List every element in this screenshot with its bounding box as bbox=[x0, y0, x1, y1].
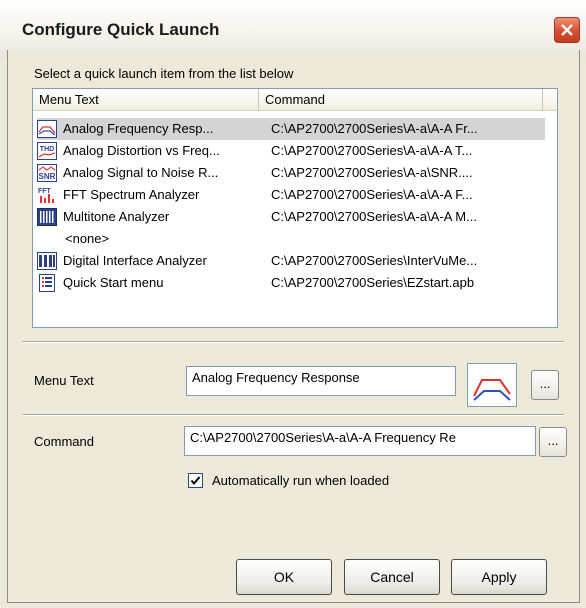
item-command: C:\AP2700\2700Series\InterVuMe... bbox=[271, 253, 478, 268]
icon-picker[interactable] bbox=[467, 363, 517, 407]
item-command: C:\AP2700\2700Series\A-a\SNR.... bbox=[271, 165, 473, 180]
close-button[interactable] bbox=[554, 17, 580, 43]
svg-text:SNR: SNR bbox=[39, 172, 56, 181]
item-command: C:\AP2700\2700Series\A-a\A-A M... bbox=[271, 209, 477, 224]
command-input[interactable]: C:\AP2700\2700Series\A-a\A-A Frequency R… bbox=[184, 426, 536, 456]
fft-icon: FFT bbox=[38, 188, 54, 203]
auto-run-label[interactable]: Automatically run when loaded bbox=[212, 473, 389, 488]
item-menu-text: Analog Frequency Resp... bbox=[63, 121, 214, 136]
menu-text-label: Menu Text bbox=[34, 373, 94, 388]
thd-icon: THD bbox=[37, 142, 57, 160]
svg-text:THD: THD bbox=[40, 146, 54, 153]
item-menu-text: <none> bbox=[65, 231, 110, 246]
list-item[interactable]: <none> bbox=[33, 228, 557, 250]
list-item[interactable]: SNR Analog Signal to Noise R... C:\AP270… bbox=[33, 162, 557, 184]
apply-button[interactable]: Apply bbox=[451, 559, 547, 595]
item-menu-text: Analog Signal to Noise R... bbox=[63, 165, 219, 180]
item-command: C:\AP2700\2700Series\A-a\A-A T... bbox=[271, 143, 473, 158]
list-item[interactable]: Digital Interface Analyzer C:\AP2700\270… bbox=[33, 250, 557, 272]
checkmark-icon bbox=[190, 476, 201, 486]
cancel-button[interactable]: Cancel bbox=[344, 559, 440, 595]
frequency-response-icon bbox=[473, 379, 511, 401]
column-header-menu-text[interactable]: Menu Text bbox=[33, 89, 259, 111]
window-title: Configure Quick Launch bbox=[22, 20, 220, 39]
dialog-window: Configure Quick Launch Select a quick la… bbox=[0, 0, 586, 608]
item-menu-text: Analog Distortion vs Freq... bbox=[63, 143, 220, 158]
icon-browse-button[interactable]: ... bbox=[531, 370, 559, 400]
list-item[interactable]: Multitone Analyzer C:\AP2700\2700Series\… bbox=[33, 206, 557, 228]
item-command: C:\AP2700\2700Series\A-a\A-A F... bbox=[271, 187, 473, 202]
auto-run-checkbox[interactable] bbox=[188, 473, 203, 488]
divider bbox=[22, 341, 564, 343]
frequency-response-icon bbox=[37, 120, 57, 138]
ok-button[interactable]: OK bbox=[236, 559, 332, 595]
item-command: C:\AP2700\2700Series\A-a\A-A Fr... bbox=[271, 121, 478, 136]
quick-start-icon bbox=[39, 274, 55, 292]
divider bbox=[22, 414, 564, 416]
svg-text:FFT: FFT bbox=[38, 188, 52, 195]
column-header-command[interactable]: Command bbox=[259, 89, 543, 111]
item-menu-text: Digital Interface Analyzer bbox=[63, 253, 207, 268]
item-menu-text: Quick Start menu bbox=[63, 275, 164, 290]
command-label: Command bbox=[34, 434, 94, 449]
item-command: C:\AP2700\2700Series\EZstart.apb bbox=[271, 275, 475, 290]
digital-interface-icon bbox=[37, 252, 57, 270]
list-item[interactable]: THD Analog Distortion vs Freq... C:\AP27… bbox=[33, 140, 557, 162]
item-menu-text: Multitone Analyzer bbox=[63, 209, 170, 224]
snr-icon: SNR bbox=[37, 164, 57, 182]
list-item[interactable]: Quick Start menu C:\AP2700\2700Series\EZ… bbox=[33, 272, 557, 294]
list-item[interactable]: Analog Frequency Resp... C:\AP2700\2700S… bbox=[33, 118, 557, 140]
column-header-filler bbox=[543, 89, 557, 111]
close-icon bbox=[561, 24, 573, 36]
list-caption: Select a quick launch item from the list… bbox=[34, 66, 294, 81]
list-item[interactable]: FFT FFT Spectrum Analyzer C:\AP2700\2700… bbox=[33, 184, 557, 206]
quick-launch-list[interactable]: Menu Text Command Analog Frequency Resp.… bbox=[32, 88, 558, 328]
item-menu-text: FFT Spectrum Analyzer bbox=[63, 187, 200, 202]
menu-text-input[interactable]: Analog Frequency Response bbox=[186, 366, 456, 396]
multitone-icon bbox=[37, 208, 57, 226]
command-browse-button[interactable]: ... bbox=[539, 427, 567, 457]
